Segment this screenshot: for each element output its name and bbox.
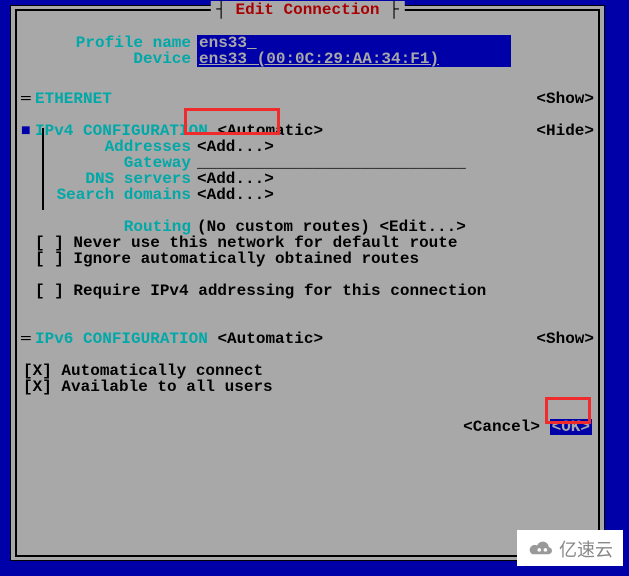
ipv4-routing-label: Routing [21, 219, 197, 235]
cancel-button[interactable]: <Cancel> [463, 419, 540, 435]
ok-button[interactable]: <OK> [550, 419, 592, 435]
ipv4-dns-add[interactable]: <Add...> [197, 171, 274, 187]
ipv4-mode-select[interactable]: <Automatic> [217, 123, 323, 139]
ethernet-bullet: ═ [21, 91, 35, 107]
dialog-title: ┤ Edit Connection ├ [210, 1, 404, 19]
device-label: Device [21, 51, 197, 67]
ipv4-section: ■ IPv4 CONFIGURATION <Automatic> <Hide> [21, 123, 594, 139]
ipv6-section: ═ IPv6 CONFIGURATION <Automatic> <Show> [21, 331, 594, 347]
cloud-icon [527, 540, 555, 558]
dialog-window: ┤ Edit Connection ├ Profile name ens33 D… [10, 5, 605, 561]
ethernet-section: ═ ETHERNET <Show> [21, 91, 594, 107]
ipv6-bullet: ═ [21, 331, 35, 347]
button-row: <Cancel> <OK> [21, 419, 594, 435]
ipv4-search-add[interactable]: <Add...> [197, 187, 274, 203]
ethernet-label: ETHERNET [35, 91, 112, 107]
ipv4-tree-line [42, 128, 44, 210]
ipv4-routing-row: Routing (No custom routes) <Edit...> [21, 219, 594, 235]
cb-ignore-auto[interactable]: [ ] Ignore automatically obtained routes [21, 251, 594, 267]
ipv4-gateway-input[interactable]: ____________________________ [197, 155, 466, 171]
ipv4-bullet: ■ [21, 123, 35, 139]
cb-allusers[interactable]: [X] Available to all users [21, 379, 594, 395]
ethernet-toggle[interactable]: <Show> [536, 91, 594, 107]
ipv6-toggle[interactable]: <Show> [536, 331, 594, 347]
ipv4-routing-edit[interactable]: <Edit...> [379, 219, 465, 235]
cb-never-default[interactable]: [ ] Never use this network for default r… [21, 235, 594, 251]
ipv4-routing-status: (No custom routes) [197, 219, 370, 235]
ipv4-addresses-add[interactable]: <Add...> [197, 139, 274, 155]
ipv4-dns-label: DNS servers [21, 171, 197, 187]
dialog-inner: ┤ Edit Connection ├ Profile name ens33 D… [15, 9, 600, 557]
watermark: 亿速云 [517, 530, 623, 566]
ipv4-dns-row: DNS servers <Add...> [21, 171, 594, 187]
ipv4-label: IPv4 CONFIGURATION [35, 123, 208, 139]
ipv6-label: IPv6 CONFIGURATION [35, 331, 208, 347]
ipv4-gateway-label: Gateway [21, 155, 197, 171]
profile-name-row: Profile name ens33 [21, 35, 594, 51]
cb-autoconnect[interactable]: [X] Automatically connect [21, 363, 594, 379]
device-input[interactable]: ens33 (00:0C:29:AA:34:F1) [197, 51, 511, 67]
profile-name-label: Profile name [21, 35, 197, 51]
ipv4-gateway-row: Gateway ____________________________ [21, 155, 594, 171]
ipv4-search-label: Search domains [21, 187, 197, 203]
profile-name-input[interactable]: ens33 [197, 35, 511, 51]
device-row: Device ens33 (00:0C:29:AA:34:F1) [21, 51, 594, 67]
ipv4-addresses-label: Addresses [21, 139, 197, 155]
ipv4-search-row: Search domains <Add...> [21, 187, 594, 203]
ipv4-addresses-row: Addresses <Add...> [21, 139, 594, 155]
ipv4-toggle[interactable]: <Hide> [536, 123, 594, 139]
ipv6-mode-select[interactable]: <Automatic> [217, 331, 323, 347]
cb-require-ipv4[interactable]: [ ] Require IPv4 addressing for this con… [21, 283, 594, 299]
